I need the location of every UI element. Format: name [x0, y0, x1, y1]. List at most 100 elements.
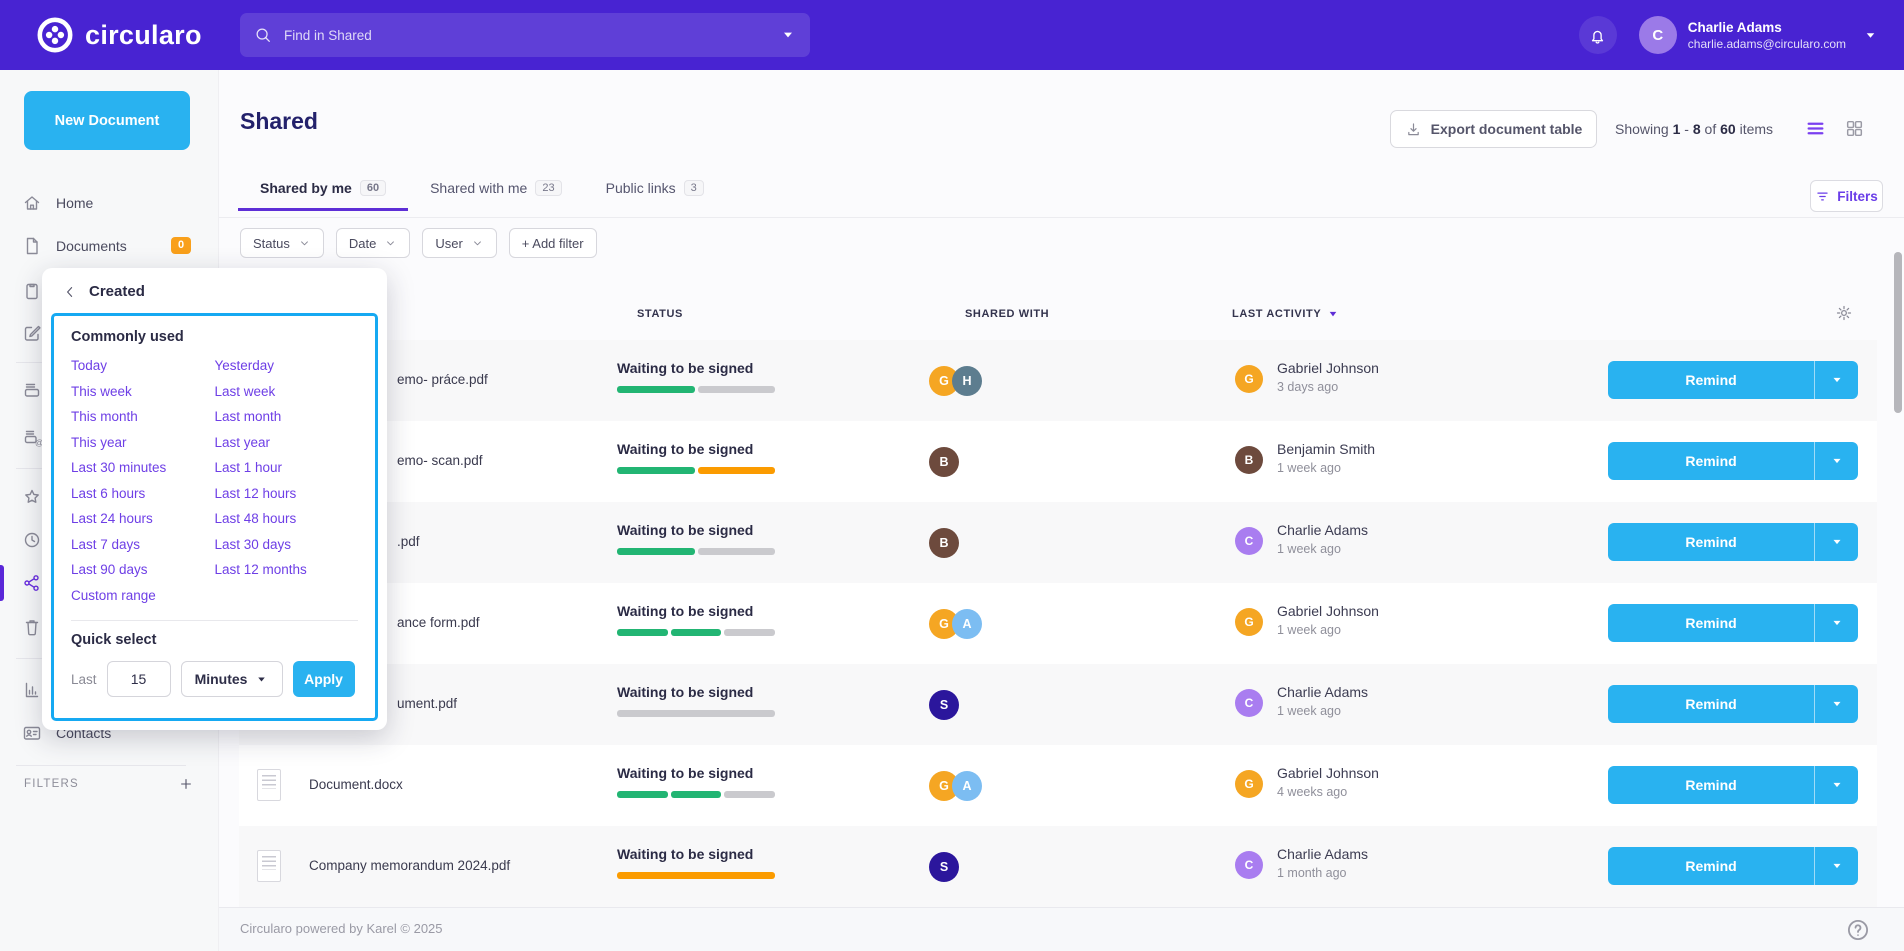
table-row[interactable]: emo- scan.pdfWaiting to be signedBBBenja… — [239, 421, 1877, 502]
remind-dropdown-toggle[interactable] — [1815, 523, 1858, 561]
remind-button[interactable]: Remind — [1608, 361, 1858, 399]
compose-icon — [22, 323, 42, 343]
notifications-button[interactable] — [1579, 16, 1617, 54]
remind-button[interactable]: Remind — [1608, 685, 1858, 723]
date-range-link-last-24-hours[interactable]: Last 24 hours — [71, 506, 215, 532]
date-range-link-last-48-hours[interactable]: Last 48 hours — [215, 506, 359, 532]
document-name[interactable]: emo- práce.pdf — [397, 372, 488, 387]
table-row[interactable]: Document.docxWaiting to be signedGAGGabr… — [239, 745, 1877, 826]
date-range-link-today[interactable]: Today — [71, 353, 215, 379]
date-range-link-last-12-months[interactable]: Last 12 months — [215, 557, 359, 583]
sidebar-item-label: Documents — [56, 238, 127, 254]
sidebar-item-home[interactable]: Home — [0, 189, 219, 217]
table-settings-gear-icon[interactable] — [1835, 304, 1853, 322]
remind-dropdown-toggle[interactable] — [1815, 685, 1858, 723]
table-row[interactable]: emo- práce.pdfWaiting to be signedGHGGab… — [239, 340, 1877, 421]
remind-dropdown-toggle[interactable] — [1815, 766, 1858, 804]
remind-button[interactable]: Remind — [1608, 604, 1858, 642]
last-activity-cell: GGabriel Johnson1 week ago — [1235, 603, 1379, 637]
shared-with-avatar: S — [929, 690, 959, 720]
apply-button[interactable]: Apply — [293, 661, 355, 697]
popup-highlighted-panel: Commonly used TodayThis weekThis monthTh… — [51, 313, 378, 721]
created-filter-popup: Created Commonly used TodayThis weekThis… — [42, 268, 387, 730]
signing-progress-bar — [617, 872, 775, 879]
date-range-link-last-90-days[interactable]: Last 90 days — [71, 557, 215, 583]
search-scope-caret-icon[interactable] — [780, 27, 796, 43]
remind-dropdown-toggle[interactable] — [1815, 847, 1858, 885]
remind-button[interactable]: Remind — [1608, 766, 1858, 804]
date-range-link-last-30-days[interactable]: Last 30 days — [215, 532, 359, 558]
activity-time: 1 week ago — [1277, 542, 1368, 556]
activity-user-name: Gabriel Johnson — [1277, 360, 1379, 376]
shared-with-avatar: H — [952, 366, 982, 396]
remind-dropdown-toggle[interactable] — [1815, 361, 1858, 399]
caret-down-icon — [1830, 859, 1844, 873]
date-range-link-last-12-hours[interactable]: Last 12 hours — [215, 481, 359, 507]
date-range-link-last-30-minutes[interactable]: Last 30 minutes — [71, 455, 215, 481]
quick-select-unit-dropdown[interactable]: Minutes — [181, 661, 283, 697]
popup-header: Created — [42, 268, 387, 308]
activity-time: 1 week ago — [1277, 704, 1368, 718]
table-row[interactable]: ance form.pdfWaiting to be signedGAGGabr… — [239, 583, 1877, 664]
status-label: Waiting to be signed — [617, 684, 817, 700]
status-cell: Waiting to be signed — [617, 684, 817, 717]
date-range-link-this-month[interactable]: This month — [71, 404, 215, 430]
progress-segment-green — [671, 629, 722, 636]
user-menu-caret-icon — [1863, 28, 1878, 43]
remind-dropdown-toggle[interactable] — [1815, 442, 1858, 480]
remind-button[interactable]: Remind — [1608, 442, 1858, 480]
date-range-link-this-year[interactable]: This year — [71, 430, 215, 456]
document-name[interactable]: emo- scan.pdf — [397, 453, 483, 468]
column-header-last-activity[interactable]: LAST ACTIVITY — [1232, 308, 1339, 320]
contacts-icon — [22, 723, 42, 743]
new-document-button[interactable]: New Document — [24, 91, 190, 150]
search-input[interactable] — [284, 28, 780, 43]
vertical-scrollbar[interactable] — [1894, 252, 1902, 413]
document-name[interactable]: ument.pdf — [397, 696, 457, 711]
help-icon[interactable] — [1845, 917, 1871, 943]
table-row[interactable]: ument.pdfWaiting to be signedSCCharlie A… — [239, 664, 1877, 745]
column-header-status: STATUS — [637, 308, 683, 320]
back-chevron-icon[interactable] — [62, 284, 78, 300]
date-range-link-last-year[interactable]: Last year — [215, 430, 359, 456]
last-activity-cell: GGabriel Johnson3 days ago — [1235, 360, 1379, 394]
date-range-link-last-1-hour[interactable]: Last 1 hour — [215, 455, 359, 481]
remind-button-label: Remind — [1608, 442, 1814, 480]
shared-with-avatar: B — [929, 528, 959, 558]
document-name[interactable]: Company memorandum 2024.pdf — [309, 858, 510, 873]
caret-down-icon — [1830, 697, 1844, 711]
remind-button-label: Remind — [1608, 766, 1814, 804]
progress-segment-green — [617, 629, 668, 636]
document-name[interactable]: ance form.pdf — [397, 615, 480, 630]
table-row[interactable]: Company memorandum 2024.pdfWaiting to be… — [239, 826, 1877, 907]
global-search[interactable] — [240, 13, 810, 57]
status-cell: Waiting to be signed — [617, 360, 817, 393]
remind-button[interactable]: Remind — [1608, 847, 1858, 885]
date-range-link-last-6-hours[interactable]: Last 6 hours — [71, 481, 215, 507]
date-range-link-this-week[interactable]: This week — [71, 379, 215, 405]
date-range-link-last-7-days[interactable]: Last 7 days — [71, 532, 215, 558]
document-name[interactable]: .pdf — [397, 534, 420, 549]
caret-down-icon — [1830, 454, 1844, 468]
date-range-link-last-month[interactable]: Last month — [215, 404, 359, 430]
documents-count-badge: 0 — [171, 237, 191, 254]
progress-segment-green — [617, 791, 668, 798]
remind-button[interactable]: Remind — [1608, 523, 1858, 561]
user-name: Charlie Adams — [1688, 20, 1846, 35]
add-filter-plus-icon[interactable] — [178, 776, 194, 792]
date-range-link-yesterday[interactable]: Yesterday — [215, 353, 359, 379]
document-name[interactable]: Document.docx — [309, 777, 403, 792]
date-range-link-custom-range[interactable]: Custom range — [71, 583, 215, 609]
table-row[interactable]: .pdfWaiting to be signedBCCharlie Adams1… — [239, 502, 1877, 583]
quick-select-value-input[interactable] — [107, 661, 171, 697]
user-menu[interactable]: C Charlie Adams charlie.adams@circularo.… — [1639, 16, 1878, 54]
signing-progress-bar — [617, 629, 775, 636]
quick-select-controls: Last Minutes Apply — [71, 661, 358, 697]
remind-dropdown-toggle[interactable] — [1815, 604, 1858, 642]
sidebar-item-document[interactable]: Documents 0 — [0, 232, 219, 260]
remind-button-label: Remind — [1608, 361, 1814, 399]
activity-user-avatar: C — [1235, 851, 1263, 879]
date-range-link-last-week[interactable]: Last week — [215, 379, 359, 405]
app-logo[interactable]: circularo — [36, 16, 202, 54]
status-cell: Waiting to be signed — [617, 765, 817, 798]
